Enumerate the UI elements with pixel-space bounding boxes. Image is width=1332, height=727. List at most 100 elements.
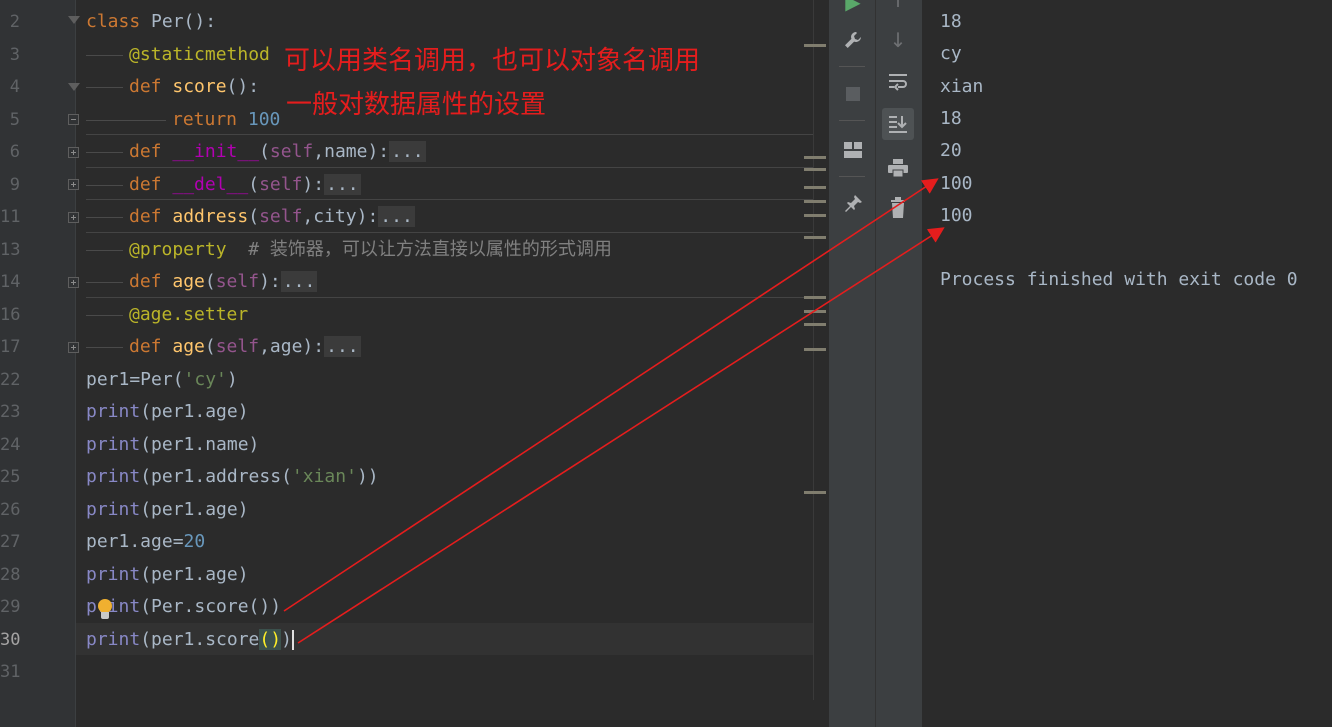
stripe-marker[interactable]	[804, 214, 826, 217]
code-token: (	[204, 271, 216, 292]
stripe-marker[interactable]	[804, 44, 826, 47]
code-token: @property	[129, 238, 227, 260]
line-number: 14	[0, 272, 21, 292]
code-token: ...	[324, 173, 361, 195]
code-line[interactable]: print(per1.address('xian'))	[86, 466, 379, 488]
code-token: ,name):	[313, 141, 390, 162]
stripe-marker[interactable]	[804, 186, 826, 189]
code-token: 100	[247, 108, 281, 130]
code-token: (per1.name)	[140, 433, 260, 455]
code-line[interactable]: def address(self,city):...	[86, 206, 415, 228]
code-token: @age.setter	[129, 303, 249, 325]
fold-expand-icon[interactable]	[68, 179, 79, 190]
code-line[interactable]: print(per1.age)	[86, 564, 249, 586]
code-token: print	[86, 628, 141, 650]
fold-expand-icon[interactable]	[68, 147, 79, 158]
code-token: 'cy'	[183, 368, 227, 390]
code-token: Per	[151, 11, 184, 32]
up-icon[interactable]: ↑	[882, 0, 914, 16]
code-line[interactable]: print(per1.age)	[86, 401, 249, 423]
code-line[interactable]: per1=Per('cy')	[86, 369, 238, 391]
code-token: (	[204, 336, 216, 357]
lightbulb-icon[interactable]	[98, 599, 112, 613]
code-token: 20	[183, 531, 206, 552]
stripe-marker[interactable]	[804, 296, 826, 299]
line-number: 4	[9, 77, 20, 97]
stripe-marker[interactable]	[804, 200, 826, 203]
method-separator	[86, 167, 826, 168]
fold-open-icon[interactable]	[68, 16, 80, 24]
code-token: (per1.age)	[140, 401, 249, 422]
fold-expand-icon[interactable]	[68, 277, 79, 288]
fold-expand-icon[interactable]	[68, 212, 79, 223]
code-token: def	[129, 206, 173, 227]
code-token: (per1.age)	[140, 498, 249, 520]
indent-guide	[86, 119, 166, 121]
code-token: 'xian'	[291, 466, 357, 487]
line-number: 28	[0, 564, 21, 585]
code-token: (	[259, 141, 270, 162]
stripe-marker[interactable]	[804, 310, 826, 313]
code-line[interactable]: class Per():	[86, 11, 216, 33]
code-token: age	[172, 271, 205, 292]
code-token: print	[86, 466, 141, 487]
run-icon[interactable]: ▶	[837, 0, 869, 18]
down-icon[interactable]: ↓	[882, 24, 914, 56]
code-token: def	[129, 173, 173, 195]
stop-icon[interactable]	[837, 78, 869, 110]
method-separator	[86, 134, 826, 135]
scroll-to-end-icon[interactable]	[882, 108, 914, 140]
stripe-marker[interactable]	[804, 348, 826, 351]
code-token: self	[269, 141, 314, 162]
trash-icon[interactable]	[882, 192, 914, 224]
code-line[interactable]: per1.age=20	[86, 531, 205, 553]
line-number: 11	[0, 207, 21, 227]
print-icon[interactable]	[882, 152, 914, 184]
code-line[interactable]: def __init__(self,name):...	[86, 141, 426, 163]
console-line: 20	[940, 140, 962, 162]
line-number: 3	[9, 44, 20, 65]
line-number: 31	[0, 662, 21, 682]
wrench-icon[interactable]	[837, 24, 869, 56]
indent-guide	[86, 217, 123, 218]
code-line[interactable]: @staticmethod	[86, 43, 270, 66]
run-console[interactable]	[922, 0, 1332, 727]
console-line: cy	[940, 43, 962, 65]
code-line[interactable]: return 100	[86, 108, 281, 131]
stripe-marker[interactable]	[804, 323, 826, 326]
code-token: @staticmethod	[129, 43, 270, 65]
fold-open-icon[interactable]	[68, 83, 80, 91]
line-number: 27	[0, 532, 21, 552]
code-line[interactable]: print(per1.name)	[86, 434, 259, 456]
code-line[interactable]: def __del__(self):...	[86, 173, 361, 196]
stripe-marker[interactable]	[804, 156, 826, 159]
layout-icon[interactable]	[837, 134, 869, 166]
code-token: print	[86, 433, 141, 455]
text-caret	[291, 629, 294, 650]
indent-guide	[86, 249, 123, 251]
method-separator	[86, 199, 826, 200]
code-token: self	[215, 271, 260, 292]
code-line[interactable]: print(Per.score())	[86, 596, 281, 618]
code-line[interactable]: def age(self,age):...	[86, 336, 361, 358]
stripe-marker[interactable]	[804, 168, 826, 171]
run-toolbar-right: ↑ ↓	[876, 0, 922, 727]
code-token: self	[215, 336, 260, 357]
code-line[interactable]: @property # 装饰器，可以让方法直接以属性的形式调用	[86, 238, 612, 261]
line-number: 5	[9, 109, 20, 130]
code-token: (Per.score())	[140, 596, 282, 617]
fold-close-icon[interactable]	[68, 114, 79, 125]
code-line[interactable]: @age.setter	[86, 303, 249, 326]
code-token: def	[129, 76, 173, 97]
pin-icon[interactable]	[837, 188, 869, 220]
fold-expand-icon[interactable]	[68, 342, 79, 353]
code-line[interactable]: print(per1.age)	[86, 499, 249, 521]
indent-guide	[86, 314, 123, 316]
stripe-marker[interactable]	[804, 491, 826, 494]
soft-wrap-icon[interactable]	[882, 66, 914, 98]
code-line[interactable]: def score():	[86, 76, 259, 98]
line-number: 26	[0, 499, 21, 520]
code-line[interactable]: def age(self):...	[86, 271, 318, 293]
code-line[interactable]: print(per1.score())	[86, 628, 294, 651]
stripe-marker[interactable]	[804, 236, 826, 239]
